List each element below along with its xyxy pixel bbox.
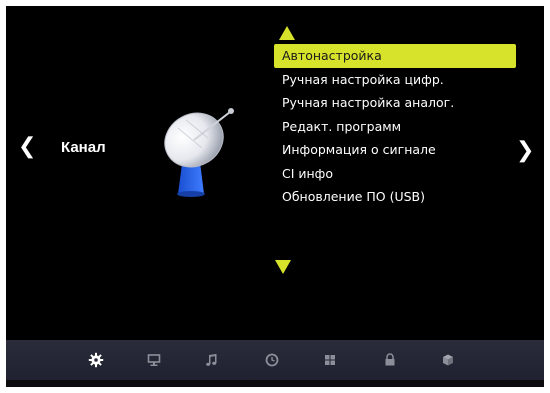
bottom-edge	[6, 380, 544, 387]
menu-item-manual-analog[interactable]: Ручная настройка аналог.	[274, 91, 516, 115]
tv-menu-screen: ❮ Канал ❯ Автонастройка Ручная настройка…	[6, 6, 544, 387]
channel-menu: Автонастройка Ручная настройка цифр. Руч…	[274, 44, 516, 209]
grid-icon[interactable]	[322, 352, 338, 368]
menu-item-signal-info[interactable]: Информация о сигнале	[274, 138, 516, 162]
clock-icon[interactable]	[264, 352, 280, 368]
satellite-dish-icon	[158, 102, 238, 198]
scroll-down-arrow-icon[interactable]	[275, 260, 291, 274]
section-title: Канал	[61, 139, 106, 156]
previous-section-arrow-icon[interactable]: ❮	[18, 136, 36, 158]
lock-icon[interactable]	[382, 352, 398, 368]
music-note-icon[interactable]	[204, 352, 220, 368]
menu-item-autotune[interactable]: Автонастройка	[274, 44, 516, 68]
menu-item-manual-digital[interactable]: Ручная настройка цифр.	[274, 68, 516, 92]
menu-item-software-update[interactable]: Обновление ПО (USB)	[274, 185, 516, 209]
menu-item-edit-programs[interactable]: Редакт. программ	[274, 115, 516, 139]
monitor-icon[interactable]	[146, 352, 162, 368]
scroll-up-arrow-icon[interactable]	[279, 26, 295, 40]
gear-icon[interactable]	[88, 352, 104, 368]
cube-icon[interactable]	[440, 352, 456, 368]
menu-item-ci-info[interactable]: CI инфо	[274, 162, 516, 186]
next-section-arrow-icon[interactable]: ❯	[516, 140, 534, 162]
